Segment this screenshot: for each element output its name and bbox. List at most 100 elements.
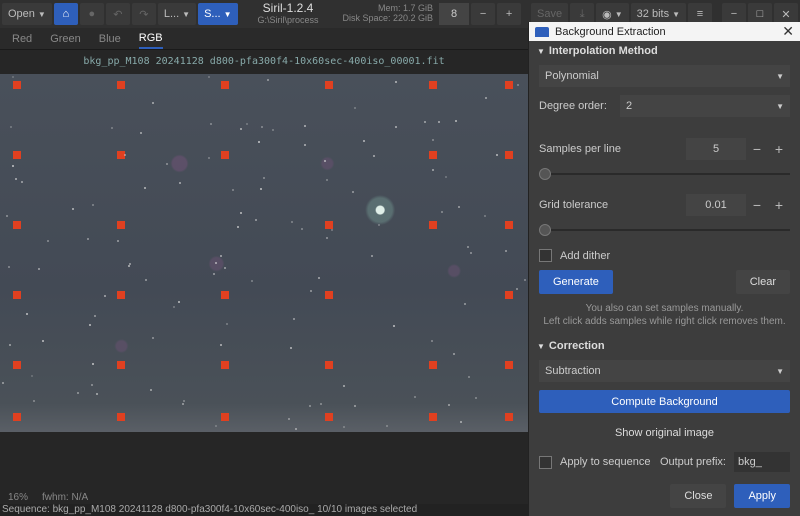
samples-minus-button[interactable]: − (746, 138, 768, 160)
star (414, 396, 416, 398)
sample-point[interactable] (14, 362, 20, 368)
sample-point[interactable] (430, 152, 436, 158)
sample-point[interactable] (326, 292, 332, 298)
sample-point[interactable] (222, 152, 228, 158)
sample-point[interactable] (506, 292, 512, 298)
scripts-button[interactable]: S...▼ (198, 3, 237, 25)
sample-point[interactable] (14, 152, 20, 158)
tolerance-plus-button[interactable]: + (768, 194, 790, 216)
samples-plus-button[interactable]: + (768, 138, 790, 160)
degree-select[interactable]: 2▼ (620, 95, 790, 117)
sample-point[interactable] (14, 292, 20, 298)
star (21, 181, 23, 183)
sample-point[interactable] (222, 82, 228, 88)
livestack-button[interactable]: L...▼ (158, 3, 196, 25)
degree-value: 2 (626, 100, 632, 112)
generate-button[interactable]: Generate (539, 270, 613, 294)
star (453, 353, 455, 355)
sample-point[interactable] (118, 414, 124, 420)
compute-background-button[interactable]: Compute Background (539, 390, 790, 413)
star (92, 363, 94, 365)
star (516, 288, 518, 290)
record-button[interactable]: ● (80, 3, 104, 25)
show-original-button[interactable]: Show original image (539, 421, 790, 444)
grid-tolerance-value[interactable]: 0.01 (686, 194, 746, 216)
star (117, 240, 119, 242)
sample-point[interactable] (430, 362, 436, 368)
panel-close-button[interactable]: ✕ (782, 23, 794, 40)
zoom-percent: 16% (8, 492, 28, 504)
correction-header[interactable]: Correction (529, 336, 800, 356)
star (255, 219, 257, 221)
star (166, 163, 168, 165)
sample-point[interactable] (430, 414, 436, 420)
sample-point[interactable] (118, 82, 124, 88)
sample-point[interactable] (326, 414, 332, 420)
sample-point[interactable] (506, 152, 512, 158)
image-canvas[interactable] (0, 74, 528, 432)
star (301, 228, 303, 230)
sample-point[interactable] (222, 292, 228, 298)
sample-point[interactable] (506, 414, 512, 420)
interpolation-method-value: Polynomial (545, 70, 599, 82)
star (10, 126, 12, 128)
star (42, 340, 44, 342)
star (173, 306, 175, 308)
sample-point[interactable] (222, 362, 228, 368)
sample-point[interactable] (506, 362, 512, 368)
sample-point[interactable] (118, 222, 124, 228)
sample-point[interactable] (326, 82, 332, 88)
star (261, 126, 263, 128)
tab-blue[interactable]: Blue (99, 30, 121, 48)
interpolation-method-select[interactable]: Polynomial▼ (539, 65, 790, 87)
add-dither-checkbox[interactable] (539, 249, 552, 262)
clear-button[interactable]: Clear (736, 270, 790, 294)
sample-point[interactable] (506, 222, 512, 228)
sample-point[interactable] (506, 82, 512, 88)
undo-button[interactable]: ↶ (106, 3, 130, 25)
star (145, 279, 147, 281)
apply-to-sequence-checkbox[interactable] (539, 456, 552, 469)
chevron-down-icon: ▼ (224, 10, 232, 19)
panel-close-btn[interactable]: Close (670, 484, 726, 508)
interpolation-header[interactable]: Interpolation Method (529, 41, 800, 61)
tolerance-minus-button[interactable]: − (746, 194, 768, 216)
sample-point[interactable] (326, 362, 332, 368)
panel-apply-btn[interactable]: Apply (734, 484, 790, 508)
zoom-out-button[interactable]: − (471, 3, 495, 25)
tab-rgb[interactable]: RGB (139, 29, 163, 49)
star (178, 301, 180, 303)
star (304, 144, 306, 146)
sample-point[interactable] (326, 222, 332, 228)
sample-point[interactable] (118, 362, 124, 368)
sample-point[interactable] (118, 152, 124, 158)
sample-point[interactable] (430, 82, 436, 88)
star (8, 266, 10, 268)
star (220, 344, 222, 346)
star (395, 81, 397, 83)
sample-point[interactable] (14, 82, 20, 88)
star (140, 132, 142, 134)
redo-button[interactable]: ↷ (132, 3, 156, 25)
star (150, 389, 152, 391)
star (208, 76, 210, 78)
tab-green[interactable]: Green (50, 30, 81, 48)
sample-point[interactable] (222, 414, 228, 420)
tab-red[interactable]: Red (12, 30, 32, 48)
open-button[interactable]: Open▼ (2, 3, 52, 25)
home-button[interactable]: ⌂ (54, 3, 78, 25)
sample-point[interactable] (118, 292, 124, 298)
output-prefix-input[interactable] (734, 452, 790, 472)
samples-per-line-value[interactable]: 5 (686, 138, 746, 160)
star (152, 337, 154, 339)
tolerance-slider[interactable] (539, 224, 790, 235)
correction-method-select[interactable]: Subtraction▼ (539, 360, 790, 382)
zoom-value[interactable]: 8 (439, 3, 469, 25)
sample-point[interactable] (430, 222, 436, 228)
samples-slider[interactable] (539, 168, 790, 179)
sample-point[interactable] (14, 414, 20, 420)
zoom-in-button[interactable]: + (497, 3, 521, 25)
sample-point[interactable] (14, 222, 20, 228)
star (128, 265, 130, 267)
star (26, 313, 28, 315)
